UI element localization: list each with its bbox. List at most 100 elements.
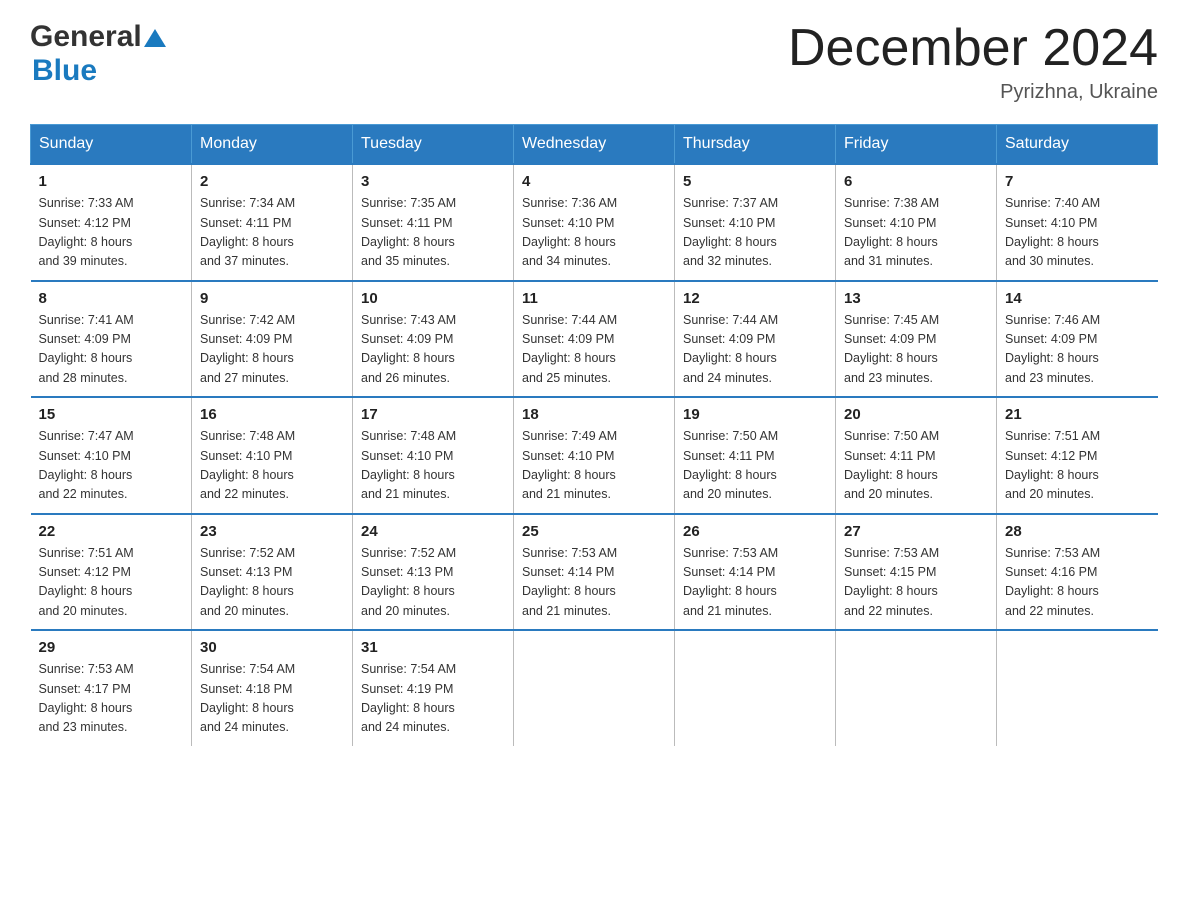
day-info: Sunrise: 7:40 AMSunset: 4:10 PMDaylight:… xyxy=(1005,194,1150,272)
day-cell-2: 2 Sunrise: 7:34 AMSunset: 4:11 PMDayligh… xyxy=(192,164,353,281)
empty-cell-w4-d3 xyxy=(514,630,675,746)
day-number: 4 xyxy=(522,173,666,190)
header-sunday: Sunday xyxy=(31,125,192,165)
day-number: 13 xyxy=(844,290,988,307)
day-cell-24: 24 Sunrise: 7:52 AMSunset: 4:13 PMDaylig… xyxy=(353,514,514,631)
day-number: 23 xyxy=(200,523,344,540)
day-info: Sunrise: 7:48 AMSunset: 4:10 PMDaylight:… xyxy=(200,427,344,505)
day-cell-3: 3 Sunrise: 7:35 AMSunset: 4:11 PMDayligh… xyxy=(353,164,514,281)
day-info: Sunrise: 7:37 AMSunset: 4:10 PMDaylight:… xyxy=(683,194,827,272)
day-info: Sunrise: 7:38 AMSunset: 4:10 PMDaylight:… xyxy=(844,194,988,272)
day-number: 9 xyxy=(200,290,344,307)
day-number: 15 xyxy=(39,406,184,423)
week-row-5: 29 Sunrise: 7:53 AMSunset: 4:17 PMDaylig… xyxy=(31,630,1158,746)
day-cell-4: 4 Sunrise: 7:36 AMSunset: 4:10 PMDayligh… xyxy=(514,164,675,281)
day-number: 1 xyxy=(39,173,184,190)
day-number: 28 xyxy=(1005,523,1150,540)
day-cell-15: 15 Sunrise: 7:47 AMSunset: 4:10 PMDaylig… xyxy=(31,397,192,514)
day-info: Sunrise: 7:53 AMSunset: 4:16 PMDaylight:… xyxy=(1005,544,1150,622)
day-info: Sunrise: 7:43 AMSunset: 4:09 PMDaylight:… xyxy=(361,311,505,389)
day-info: Sunrise: 7:35 AMSunset: 4:11 PMDaylight:… xyxy=(361,194,505,272)
day-cell-5: 5 Sunrise: 7:37 AMSunset: 4:10 PMDayligh… xyxy=(675,164,836,281)
day-number: 21 xyxy=(1005,406,1150,423)
day-number: 27 xyxy=(844,523,988,540)
day-number: 18 xyxy=(522,406,666,423)
day-info: Sunrise: 7:52 AMSunset: 4:13 PMDaylight:… xyxy=(361,544,505,622)
day-cell-29: 29 Sunrise: 7:53 AMSunset: 4:17 PMDaylig… xyxy=(31,630,192,746)
day-cell-19: 19 Sunrise: 7:50 AMSunset: 4:11 PMDaylig… xyxy=(675,397,836,514)
day-cell-1: 1 Sunrise: 7:33 AMSunset: 4:12 PMDayligh… xyxy=(31,164,192,281)
day-info: Sunrise: 7:53 AMSunset: 4:14 PMDaylight:… xyxy=(683,544,827,622)
day-cell-18: 18 Sunrise: 7:49 AMSunset: 4:10 PMDaylig… xyxy=(514,397,675,514)
day-cell-7: 7 Sunrise: 7:40 AMSunset: 4:10 PMDayligh… xyxy=(997,164,1158,281)
day-cell-11: 11 Sunrise: 7:44 AMSunset: 4:09 PMDaylig… xyxy=(514,281,675,398)
day-info: Sunrise: 7:54 AMSunset: 4:18 PMDaylight:… xyxy=(200,660,344,738)
day-number: 25 xyxy=(522,523,666,540)
day-info: Sunrise: 7:46 AMSunset: 4:09 PMDaylight:… xyxy=(1005,311,1150,389)
week-row-3: 15 Sunrise: 7:47 AMSunset: 4:10 PMDaylig… xyxy=(31,397,1158,514)
day-info: Sunrise: 7:47 AMSunset: 4:10 PMDaylight:… xyxy=(39,427,184,505)
day-info: Sunrise: 7:51 AMSunset: 4:12 PMDaylight:… xyxy=(1005,427,1150,505)
day-info: Sunrise: 7:53 AMSunset: 4:17 PMDaylight:… xyxy=(39,660,184,738)
day-info: Sunrise: 7:54 AMSunset: 4:19 PMDaylight:… xyxy=(361,660,505,738)
day-cell-16: 16 Sunrise: 7:48 AMSunset: 4:10 PMDaylig… xyxy=(192,397,353,514)
day-cell-6: 6 Sunrise: 7:38 AMSunset: 4:10 PMDayligh… xyxy=(836,164,997,281)
day-info: Sunrise: 7:50 AMSunset: 4:11 PMDaylight:… xyxy=(683,427,827,505)
header-row: SundayMondayTuesdayWednesdayThursdayFrid… xyxy=(31,125,1158,165)
logo: General Blue xyxy=(30,20,166,88)
day-number: 31 xyxy=(361,639,505,656)
day-number: 6 xyxy=(844,173,988,190)
day-cell-17: 17 Sunrise: 7:48 AMSunset: 4:10 PMDaylig… xyxy=(353,397,514,514)
day-info: Sunrise: 7:48 AMSunset: 4:10 PMDaylight:… xyxy=(361,427,505,505)
empty-cell-w4-d4 xyxy=(675,630,836,746)
header-saturday: Saturday xyxy=(997,125,1158,165)
day-cell-27: 27 Sunrise: 7:53 AMSunset: 4:15 PMDaylig… xyxy=(836,514,997,631)
day-info: Sunrise: 7:51 AMSunset: 4:12 PMDaylight:… xyxy=(39,544,184,622)
day-info: Sunrise: 7:44 AMSunset: 4:09 PMDaylight:… xyxy=(683,311,827,389)
day-info: Sunrise: 7:53 AMSunset: 4:15 PMDaylight:… xyxy=(844,544,988,622)
day-number: 7 xyxy=(1005,173,1150,190)
day-cell-20: 20 Sunrise: 7:50 AMSunset: 4:11 PMDaylig… xyxy=(836,397,997,514)
day-cell-26: 26 Sunrise: 7:53 AMSunset: 4:14 PMDaylig… xyxy=(675,514,836,631)
title-section: December 2024 Pyrizhna, Ukraine xyxy=(788,20,1158,104)
week-row-1: 1 Sunrise: 7:33 AMSunset: 4:12 PMDayligh… xyxy=(31,164,1158,281)
day-cell-13: 13 Sunrise: 7:45 AMSunset: 4:09 PMDaylig… xyxy=(836,281,997,398)
empty-cell-w4-d6 xyxy=(997,630,1158,746)
day-number: 29 xyxy=(39,639,184,656)
day-number: 26 xyxy=(683,523,827,540)
day-number: 19 xyxy=(683,406,827,423)
day-number: 2 xyxy=(200,173,344,190)
day-number: 11 xyxy=(522,290,666,307)
day-number: 5 xyxy=(683,173,827,190)
day-cell-12: 12 Sunrise: 7:44 AMSunset: 4:09 PMDaylig… xyxy=(675,281,836,398)
day-cell-25: 25 Sunrise: 7:53 AMSunset: 4:14 PMDaylig… xyxy=(514,514,675,631)
logo-blue-text: Blue xyxy=(32,54,97,87)
day-cell-10: 10 Sunrise: 7:43 AMSunset: 4:09 PMDaylig… xyxy=(353,281,514,398)
day-info: Sunrise: 7:44 AMSunset: 4:09 PMDaylight:… xyxy=(522,311,666,389)
day-number: 20 xyxy=(844,406,988,423)
day-cell-31: 31 Sunrise: 7:54 AMSunset: 4:19 PMDaylig… xyxy=(353,630,514,746)
day-cell-28: 28 Sunrise: 7:53 AMSunset: 4:16 PMDaylig… xyxy=(997,514,1158,631)
logo-general-text: General xyxy=(30,20,142,54)
day-cell-8: 8 Sunrise: 7:41 AMSunset: 4:09 PMDayligh… xyxy=(31,281,192,398)
day-cell-23: 23 Sunrise: 7:52 AMSunset: 4:13 PMDaylig… xyxy=(192,514,353,631)
header-monday: Monday xyxy=(192,125,353,165)
day-number: 16 xyxy=(200,406,344,423)
day-info: Sunrise: 7:36 AMSunset: 4:10 PMDaylight:… xyxy=(522,194,666,272)
header-friday: Friday xyxy=(836,125,997,165)
day-number: 30 xyxy=(200,639,344,656)
day-cell-22: 22 Sunrise: 7:51 AMSunset: 4:12 PMDaylig… xyxy=(31,514,192,631)
calendar-table: SundayMondayTuesdayWednesdayThursdayFrid… xyxy=(30,124,1158,746)
day-cell-9: 9 Sunrise: 7:42 AMSunset: 4:09 PMDayligh… xyxy=(192,281,353,398)
day-number: 3 xyxy=(361,173,505,190)
day-info: Sunrise: 7:45 AMSunset: 4:09 PMDaylight:… xyxy=(844,311,988,389)
day-cell-14: 14 Sunrise: 7:46 AMSunset: 4:09 PMDaylig… xyxy=(997,281,1158,398)
header-tuesday: Tuesday xyxy=(353,125,514,165)
day-info: Sunrise: 7:53 AMSunset: 4:14 PMDaylight:… xyxy=(522,544,666,622)
page-header: General Blue December 2024 Pyrizhna, Ukr… xyxy=(30,20,1158,104)
logo-triangle-icon xyxy=(144,27,166,49)
day-cell-21: 21 Sunrise: 7:51 AMSunset: 4:12 PMDaylig… xyxy=(997,397,1158,514)
month-title: December 2024 xyxy=(788,20,1158,77)
location: Pyrizhna, Ukraine xyxy=(788,81,1158,104)
empty-cell-w4-d5 xyxy=(836,630,997,746)
